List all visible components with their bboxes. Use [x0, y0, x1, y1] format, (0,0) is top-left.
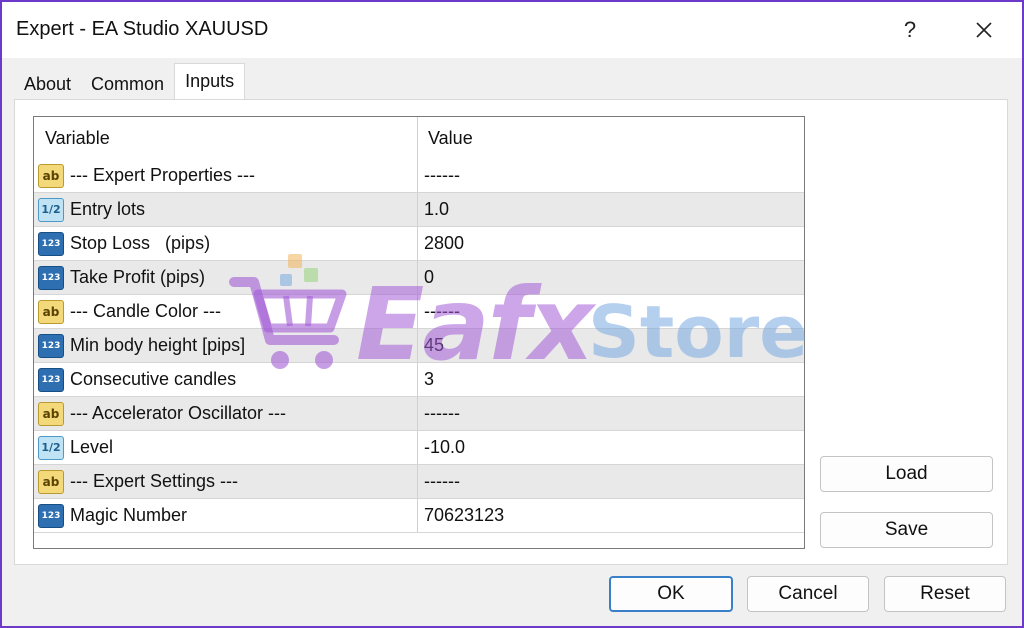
table-row[interactable]: 123 Consecutive candles 3	[34, 363, 804, 397]
variable-cell[interactable]: 123 Min body height [pips]	[34, 329, 418, 362]
value-cell[interactable]: ------	[418, 397, 804, 430]
column-header-variable[interactable]: Variable	[34, 117, 418, 159]
variable-label: --- Expert Settings ---	[70, 471, 239, 491]
variable-cell[interactable]: 123 Magic Number	[34, 499, 418, 532]
help-button[interactable]: ?	[890, 10, 930, 50]
integer-type-icon: 123	[38, 367, 64, 392]
value-cell[interactable]: ------	[418, 465, 804, 498]
title-bar[interactable]: Expert - EA Studio XAUUSD ?	[2, 2, 1022, 58]
tab-common[interactable]: Common	[81, 66, 174, 100]
value-cell[interactable]: -10.0	[418, 431, 804, 464]
value-cell[interactable]: 2800	[418, 227, 804, 260]
integer-type-icon: 123	[38, 231, 64, 256]
table-row[interactable]: ab --- Expert Properties --- ------	[34, 159, 804, 193]
string-type-icon: ab	[38, 469, 64, 494]
variable-label: --- Candle Color ---	[70, 301, 222, 321]
variable-cell[interactable]: ab --- Expert Settings ---	[34, 465, 418, 498]
grid-header: Variable Value	[34, 117, 804, 159]
double-type-icon: 1/2	[38, 435, 64, 460]
string-type-icon: ab	[38, 163, 64, 188]
table-row[interactable]: ab --- Expert Settings --- ------	[34, 465, 804, 499]
variable-label: Consecutive candles	[70, 369, 237, 389]
table-row[interactable]: 1/2 Level -10.0	[34, 431, 804, 465]
value-cell[interactable]: 0	[418, 261, 804, 294]
window-title: Expert - EA Studio XAUUSD	[16, 18, 269, 40]
grid-rows: ab --- Expert Properties --- ------ 1/2 Entr…	[34, 159, 804, 533]
integer-type-icon: 123	[38, 265, 64, 290]
close-button[interactable]	[964, 10, 1004, 50]
variable-label: Stop Loss (pips)	[70, 233, 211, 253]
ok-button[interactable]: OK	[609, 576, 733, 612]
variable-cell[interactable]: ab --- Expert Properties ---	[34, 159, 418, 192]
string-type-icon: ab	[38, 401, 64, 426]
inputs-grid: Variable Value ab --- Expert Properties -…	[33, 116, 805, 549]
variable-label: Min body height [pips]	[70, 335, 246, 355]
variable-label: Magic Number	[70, 505, 188, 525]
tab-about[interactable]: About	[14, 66, 81, 100]
variable-label: --- Expert Properties ---	[70, 165, 256, 185]
value-cell[interactable]: ------	[418, 295, 804, 328]
integer-type-icon: 123	[38, 333, 64, 358]
table-row[interactable]: ab --- Accelerator Oscillator --- ------	[34, 397, 804, 431]
column-header-value[interactable]: Value	[418, 117, 804, 159]
variable-cell[interactable]: 1/2 Level	[34, 431, 418, 464]
value-cell[interactable]: 1.0	[418, 193, 804, 226]
tab-inputs[interactable]: Inputs	[174, 63, 246, 99]
reset-button[interactable]: Reset	[884, 576, 1006, 612]
close-icon	[976, 22, 992, 38]
variable-label: Level	[70, 437, 114, 457]
variable-cell[interactable]: 123 Consecutive candles	[34, 363, 418, 396]
integer-type-icon: 123	[38, 503, 64, 528]
variable-cell[interactable]: 123 Take Profit (pips)	[34, 261, 418, 294]
variable-cell[interactable]: 123 Stop Loss (pips)	[34, 227, 418, 260]
double-type-icon: 1/2	[38, 197, 64, 222]
table-row[interactable]: 123 Magic Number 70623123	[34, 499, 804, 533]
load-button[interactable]: Load	[820, 456, 993, 492]
variable-cell[interactable]: ab --- Candle Color ---	[34, 295, 418, 328]
variable-cell[interactable]: ab --- Accelerator Oscillator ---	[34, 397, 418, 430]
string-type-icon: ab	[38, 299, 64, 324]
table-row[interactable]: ab --- Candle Color --- ------	[34, 295, 804, 329]
tab-strip: About Common Inputs	[14, 63, 246, 100]
value-cell[interactable]: ------	[418, 159, 804, 192]
table-row[interactable]: 123 Min body height [pips] 45	[34, 329, 804, 363]
variable-label: --- Accelerator Oscillator ---	[70, 403, 287, 423]
variable-cell[interactable]: 1/2 Entry lots	[34, 193, 418, 226]
variable-label: Take Profit (pips)	[70, 267, 206, 287]
save-button[interactable]: Save	[820, 512, 993, 548]
value-cell[interactable]: 70623123	[418, 499, 804, 532]
table-row[interactable]: 123 Stop Loss (pips) 2800	[34, 227, 804, 261]
cancel-button[interactable]: Cancel	[747, 576, 869, 612]
variable-label: Entry lots	[70, 199, 146, 219]
table-row[interactable]: 123 Take Profit (pips) 0	[34, 261, 804, 295]
table-row[interactable]: 1/2 Entry lots 1.0	[34, 193, 804, 227]
value-cell[interactable]: 3	[418, 363, 804, 396]
value-cell[interactable]: 45	[418, 329, 804, 362]
